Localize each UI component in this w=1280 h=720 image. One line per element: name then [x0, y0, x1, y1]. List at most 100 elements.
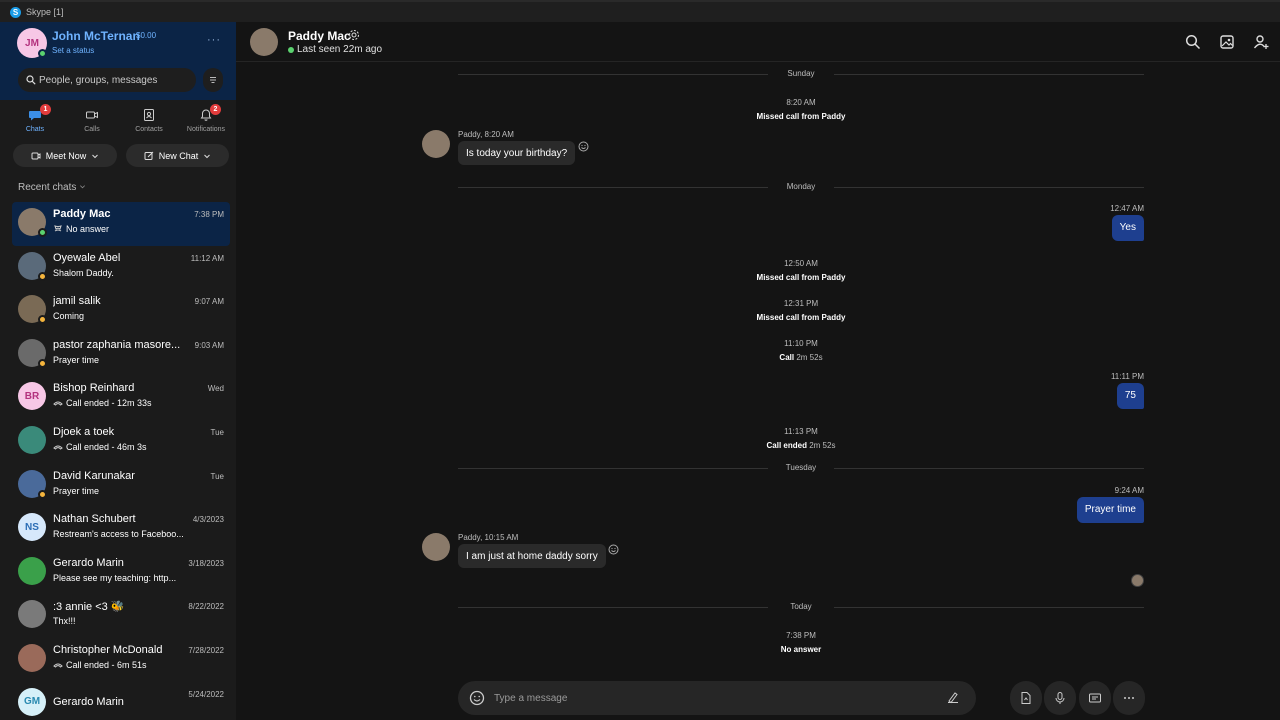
last-seen-text: Last seen 22m ago — [297, 44, 383, 55]
tab-notifications-label: Notifications — [186, 126, 226, 133]
chat-preview-text: Prayer time — [53, 354, 100, 365]
contact-avatar[interactable] — [250, 28, 278, 56]
set-status-link[interactable]: Set a status — [52, 46, 94, 55]
online-status-icon — [38, 49, 47, 58]
online-status-icon — [38, 228, 47, 237]
emoji-reaction-icon[interactable] — [608, 544, 619, 555]
chat-preview-text: Call ended - 6m 51s — [66, 659, 147, 670]
message-bubble[interactable]: Yes — [1111, 215, 1144, 241]
chat-list-item[interactable]: Paddy Mac 7:38 PM No answer — [12, 202, 230, 246]
event-text: Call 2m 52s — [458, 353, 1144, 362]
message-bubble[interactable]: Is today your birthday? — [458, 141, 576, 165]
dial-pad-button[interactable] — [203, 68, 223, 92]
profile-balance[interactable]: $0.00 — [136, 31, 156, 40]
profile-name[interactable]: John McTernan — [52, 29, 140, 43]
chat-name: pastor zaphania masore... — [53, 338, 181, 351]
chat-time: Tue — [210, 471, 225, 481]
chat-avatar: GM — [18, 687, 46, 716]
contact-name[interactable]: Paddy Mac — [288, 29, 351, 43]
missed-call-icon — [54, 225, 62, 232]
sender-avatar[interactable] — [422, 533, 450, 561]
chat-time: 7/28/2022 — [188, 645, 224, 655]
search-box[interactable] — [18, 68, 196, 92]
chat-time: 9:07 AM — [194, 297, 224, 307]
call-event: 8:20 AM Missed call from Paddy — [458, 98, 1144, 121]
day-separator: Sunday — [458, 68, 1144, 80]
chat-preview-text: Call ended - 46m 3s — [66, 441, 147, 452]
event-time: 11:13 PM — [784, 427, 818, 436]
chat-list-item[interactable]: David Karunakar Tue Prayer time — [0, 464, 236, 508]
recent-chats-toggle[interactable]: Recent chats — [18, 182, 86, 193]
pen-icon[interactable] — [946, 690, 960, 704]
search-icon[interactable] — [1185, 34, 1201, 50]
chat-list-item[interactable]: Gerardo Marin 3/18/2023 Please see my teac… — [0, 551, 236, 595]
message-time: 9:24 AM — [1114, 486, 1144, 495]
chat-avatar — [18, 643, 46, 672]
chat-name: Gerardo Marin — [53, 556, 124, 569]
chat-name: jamil salik — [53, 295, 101, 308]
chat-preview: Prayer time — [53, 486, 193, 496]
chat-time: 7:38 PM — [194, 210, 224, 219]
search-input[interactable] — [39, 74, 189, 86]
message-meta: Paddy, 8:20 AM — [458, 130, 514, 139]
online-status-icon — [288, 46, 294, 53]
chat-list-item[interactable]: BR Bishop Reinhard Wed Call ended - 12m 33s — [0, 376, 236, 420]
day-separator: Monday — [458, 181, 1144, 193]
gallery-icon[interactable] — [1219, 34, 1235, 50]
chat-list-item[interactable]: GM Gerardo Marin 5/24/2022 — [0, 682, 236, 720]
event-title: Call ended — [766, 441, 807, 450]
message-bubble[interactable]: Prayer time — [1076, 497, 1144, 523]
chat-list-item[interactable]: jamil salik 9:07 AM Coming — [0, 289, 236, 333]
message-meta: Paddy, 10:15 AM — [458, 533, 519, 542]
chevron-down-icon — [80, 185, 86, 189]
tab-notifications[interactable]: 2 Notifications — [181, 104, 231, 133]
message-bubble[interactable]: I am just at home daddy sorry — [458, 544, 606, 568]
tab-contacts[interactable]: Contacts — [124, 108, 174, 133]
chat-list-item[interactable]: Oyewale Abel 11:12 AM Shalom Daddy. — [0, 246, 236, 290]
chat-time: Tue — [210, 427, 225, 437]
message-bubble[interactable]: 75 — [1116, 383, 1144, 409]
tab-chats[interactable]: 1 Chats — [10, 104, 60, 133]
add-participant-icon[interactable] — [1253, 34, 1269, 50]
call-ended-icon — [53, 663, 63, 668]
chat-preview-text: Call ended - 12m 33s — [66, 398, 152, 409]
event-time: 12:31 PM — [783, 299, 819, 308]
emoji-reaction-icon[interactable] — [578, 141, 589, 152]
conversation-header: Paddy Mac Last seen 22m ago — [236, 22, 1280, 62]
more-options-button[interactable] — [1113, 681, 1145, 715]
tab-calls[interactable]: Calls — [67, 108, 117, 133]
send-file-button[interactable] — [1010, 681, 1042, 715]
chat-avatar — [18, 600, 46, 629]
tab-contacts-label: Contacts — [135, 126, 163, 133]
record-audio-button[interactable] — [1044, 681, 1076, 715]
outgoing-message: 9:24 AM Prayer time — [1076, 486, 1144, 523]
file-icon — [1021, 692, 1031, 704]
day-separator: Today — [458, 601, 1144, 613]
chat-list-item[interactable]: NS Nathan Schubert 4/3/2023 Restream's acce… — [0, 507, 236, 551]
new-chat-button[interactable]: New Chat — [126, 144, 229, 167]
meet-now-button[interactable]: Meet Now — [13, 144, 117, 167]
more-options-icon[interactable]: ··· — [207, 34, 221, 46]
chat-list-item[interactable]: :3 annie <3 🐝 8/22/2022 Thx!!! — [0, 594, 236, 638]
chat-name: Christopher McDonald — [53, 643, 163, 656]
chat-preview-text: Coming — [53, 311, 85, 322]
emoji-icon[interactable] — [469, 690, 485, 706]
chat-name: Gerardo Marin — [53, 695, 124, 708]
chat-preview-text: Prayer time — [53, 485, 100, 496]
chat-preview-text: No answer — [66, 224, 110, 234]
gear-icon[interactable] — [348, 29, 360, 41]
chat-preview: Restream's access to Faceboo... — [53, 529, 193, 539]
dial-pad-icon — [210, 77, 216, 83]
chat-preview: Call ended - 6m 51s — [53, 660, 193, 670]
call-ended-icon — [53, 445, 63, 450]
chat-list-item[interactable]: Djoek a toek Tue Call ended - 46m 3s — [0, 420, 236, 464]
title-bar: S Skype [1] — [0, 0, 1280, 22]
search-icon — [26, 75, 36, 85]
chat-list-item[interactable]: Christopher McDonald 7/28/2022 Call ended … — [0, 638, 236, 682]
message-input[interactable] — [494, 689, 894, 707]
event-text: Missed call from Paddy — [756, 273, 846, 282]
sender-avatar[interactable] — [422, 130, 450, 158]
chat-list-item[interactable]: pastor zaphania masore... 9:03 AM Prayer t… — [0, 333, 236, 377]
chat-time: 5/24/2022 — [188, 689, 224, 699]
contact-card-button[interactable] — [1079, 681, 1111, 715]
